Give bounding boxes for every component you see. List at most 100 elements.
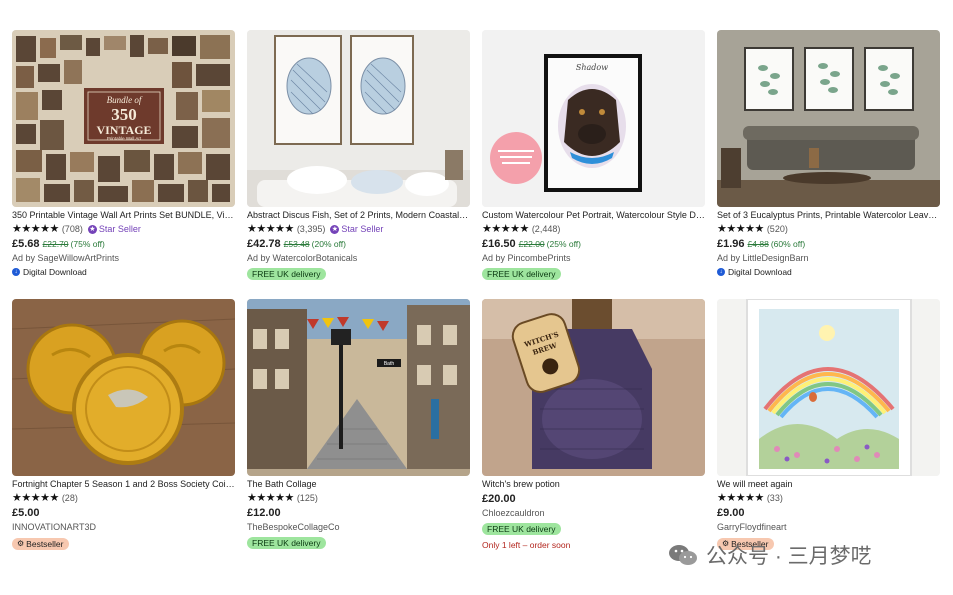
vintage-line3: VINTAGE xyxy=(96,123,151,137)
listing-title[interactable]: 350 Printable Vintage Wall Art Prints Se… xyxy=(12,210,235,221)
download-icon: ↓ xyxy=(717,268,725,276)
discus-fish-image xyxy=(247,30,470,207)
witch-brew-image: WITCH'S BREW xyxy=(482,299,705,476)
star-rating-icon: ★★★★★ xyxy=(12,223,59,235)
bath-sign: Bath xyxy=(384,361,395,367)
discount: (25% off) xyxy=(546,239,581,249)
price-row: £5.00 xyxy=(12,507,235,520)
price: £5.68 xyxy=(12,238,40,250)
listing-card[interactable]: Fortnight Chapter 5 Season 1 and 2 Boss … xyxy=(12,299,235,551)
shop-name[interactable]: Ad by LittleDesignBarn xyxy=(717,253,940,264)
shop-name[interactable]: TheBespokeCollageCo xyxy=(247,522,470,533)
dog-sign: Shadow xyxy=(576,63,608,72)
original-price: £22.70 xyxy=(42,239,69,249)
eucalyptus-prints-image xyxy=(717,30,940,207)
shop-name[interactable]: Ad by SageWillowArtPrints xyxy=(12,253,235,264)
vintage-line4: Printable Wall Art xyxy=(107,136,142,141)
rating: ★★★★★ (2,448) xyxy=(482,223,705,235)
star-rating-icon: ★★★★★ xyxy=(717,492,764,504)
listing-title[interactable]: Set of 3 Eucalyptus Prints, Printable Wa… xyxy=(717,210,940,221)
listing-title[interactable]: Custom Watercolour Pet Portrait, Waterco… xyxy=(482,210,705,221)
review-count: (3,395) xyxy=(296,224,326,234)
review-count: (33) xyxy=(766,493,783,503)
listing-image[interactable] xyxy=(717,299,940,476)
listing-image[interactable]: WITCH'S BREW xyxy=(482,299,705,476)
free-delivery-badge: FREE UK delivery xyxy=(482,523,561,535)
free-delivery-badge: FREE UK delivery xyxy=(247,268,326,280)
listing-image[interactable] xyxy=(12,299,235,476)
listing-image[interactable]: Bundle of 350 VINTAGE Printable Wall Art xyxy=(12,30,235,207)
digital-download-badge: ↓ Digital Download xyxy=(12,267,235,277)
rating: ★★★★★ (28) xyxy=(12,492,235,504)
listing-image[interactable] xyxy=(717,30,940,207)
watermark-text: 公众号 · 三月梦呓 xyxy=(706,545,872,568)
vintage-prints-image: Bundle of 350 VINTAGE Printable Wall Art xyxy=(12,30,235,207)
review-count: (520) xyxy=(766,224,788,234)
shop-name[interactable]: Chloezcauldron xyxy=(482,508,705,519)
listing-title[interactable]: Witch's brew potion xyxy=(482,479,705,490)
price-row: £42.78 £53.48 (20% off) xyxy=(247,238,470,251)
listing-image[interactable]: Bath xyxy=(247,299,470,476)
shop-name[interactable]: GarryFloydfineart xyxy=(717,522,940,533)
original-price: £22.00 xyxy=(518,239,545,249)
star-rating-icon: ★★★★★ xyxy=(247,492,294,504)
star-seller-badge: ★ Star Seller xyxy=(87,224,141,234)
shop-name[interactable]: INNOVATIONART3D xyxy=(12,522,235,533)
shop-name[interactable]: Ad by PincombePrints xyxy=(482,253,705,264)
bestseller-icon: ⚙ xyxy=(17,539,25,548)
listing-card[interactable]: Set of 3 Eucalyptus Prints, Printable Wa… xyxy=(717,30,940,277)
discount: (20% off) xyxy=(311,239,346,249)
bath-collage-image: Bath xyxy=(247,299,470,476)
wechat-icon xyxy=(669,545,697,565)
free-delivery-badge: FREE UK delivery xyxy=(482,268,561,280)
rainbow-painting-image xyxy=(717,299,940,476)
star-rating-icon: ★★★★★ xyxy=(12,492,59,504)
vintage-line2: 350 xyxy=(111,105,137,124)
price-row: £16.50 £22.00 (25% off) xyxy=(482,238,705,251)
price-row: £5.68 £22.70 (75% off) xyxy=(12,238,235,251)
price-row: £12.00 xyxy=(247,507,470,520)
price: £5.00 xyxy=(12,507,40,519)
listing-card[interactable]: Bundle of 350 VINTAGE Printable Wall Art… xyxy=(12,30,235,277)
listing-card[interactable]: Abstract Discus Fish, Set of 2 Prints, M… xyxy=(247,30,470,282)
star-rating-icon: ★★★★★ xyxy=(482,223,529,235)
rating: ★★★★★ (520) xyxy=(717,223,940,235)
discount: (75% off) xyxy=(70,239,105,249)
star-seller-icon: ★ xyxy=(330,224,340,234)
download-icon: ↓ xyxy=(12,268,20,276)
pet-portrait-image: Shadow xyxy=(482,30,705,207)
listing-image[interactable] xyxy=(247,30,470,207)
rating: ★★★★★ (3,395) ★ Star Seller xyxy=(247,223,470,235)
price: £20.00 xyxy=(482,493,516,505)
rating: ★★★★★ (33) xyxy=(717,492,940,504)
rating: ★★★★★ (125) xyxy=(247,492,470,504)
listing-title[interactable]: The Bath Collage xyxy=(247,479,470,490)
watermark: 公众号 · 三月梦呓 xyxy=(668,540,872,570)
star-seller-icon: ★ xyxy=(87,224,97,234)
listing-image[interactable]: Shadow xyxy=(482,30,705,207)
listing-card[interactable]: WITCH'S BREW Witch's brew potion £20.00 … xyxy=(482,299,705,550)
price-row: £9.00 xyxy=(717,507,940,520)
discount: (60% off) xyxy=(770,239,806,249)
rating: ★★★★★ (708) ★ Star Seller xyxy=(12,223,235,235)
vintage-line1: Bundle of xyxy=(107,95,143,105)
star-seller-badge: ★ Star Seller xyxy=(330,224,384,234)
digital-download-badge: ↓ Digital Download xyxy=(717,267,940,277)
review-count: (2,448) xyxy=(531,224,561,234)
listing-card[interactable]: We will meet again ★★★★★ (33) £9.00 Garr… xyxy=(717,299,940,551)
free-delivery-badge: FREE UK delivery xyxy=(247,537,326,549)
listing-title[interactable]: We will meet again xyxy=(717,479,940,490)
original-price: £53.48 xyxy=(283,239,310,249)
price: £1.96 xyxy=(717,238,745,250)
review-count: (28) xyxy=(61,493,78,503)
review-count: (125) xyxy=(296,493,318,503)
listing-card[interactable]: Shadow Custom Watercolour Pet Portrait, … xyxy=(482,30,705,282)
review-count: (708) xyxy=(61,224,83,234)
listing-card[interactable]: Bath The Bath Collage ★★★★★ (125) £12.00… xyxy=(247,299,470,551)
star-rating-icon: ★★★★★ xyxy=(247,223,294,235)
price: £42.78 xyxy=(247,238,281,250)
listing-title[interactable]: Abstract Discus Fish, Set of 2 Prints, M… xyxy=(247,210,470,221)
shop-name[interactable]: Ad by WatercolorBotanicals xyxy=(247,253,470,264)
price: £9.00 xyxy=(717,507,745,519)
listing-title[interactable]: Fortnight Chapter 5 Season 1 and 2 Boss … xyxy=(12,479,235,490)
